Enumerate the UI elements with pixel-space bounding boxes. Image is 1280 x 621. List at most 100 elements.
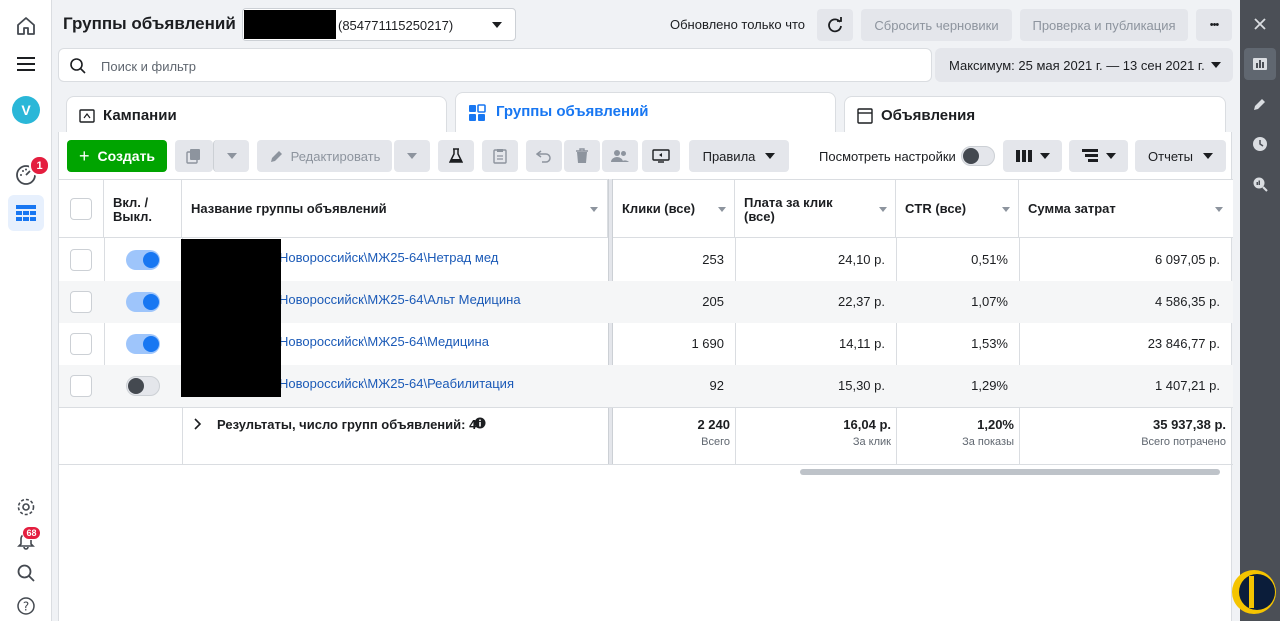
column-toggle[interactable]: Вкл. / Выкл. <box>104 180 182 237</box>
spend-value: 4 586,35 р. <box>1154 294 1220 309</box>
chart-icon[interactable] <box>1244 48 1276 80</box>
ad-sets-grid-icon <box>469 104 486 121</box>
date-range-picker[interactable]: Максимум: 25 мая 2021 г. — 13 сен 2021 г… <box>935 48 1233 82</box>
search-icon <box>70 58 86 74</box>
summary-spend: 35 937,38 р. <box>1153 417 1226 432</box>
account-selector[interactable]: (854771115250217) <box>242 8 516 41</box>
chevron-down-icon <box>1211 62 1221 68</box>
info-icon[interactable] <box>474 417 486 429</box>
chevron-down-icon <box>765 153 776 159</box>
sort-icon <box>590 207 598 212</box>
spend-value: 1 407,21 р. <box>1154 378 1220 393</box>
tab-ads[interactable]: Объявления <box>844 96 1226 134</box>
search-input[interactable]: Поиск и фильтр <box>58 48 932 82</box>
search-icon[interactable] <box>8 555 44 591</box>
edit-button[interactable]: Редактировать <box>257 140 392 172</box>
horizontal-scrollbar[interactable] <box>800 469 1220 475</box>
pencil-icon[interactable] <box>1244 88 1276 120</box>
redacted-block <box>181 239 281 397</box>
refresh-button[interactable] <box>817 9 853 41</box>
ctr-value: 1,53% <box>971 336 1008 351</box>
ad-set-name-link[interactable]: Новороссийск\МЖ25-64\Медицина <box>279 334 489 349</box>
home-icon[interactable] <box>8 8 44 44</box>
duplicate-dropdown[interactable] <box>213 140 249 172</box>
column-cpc-line2: (все) <box>744 209 775 224</box>
toggle-knob <box>143 294 159 310</box>
column-name[interactable]: Название группы объявлений <box>182 180 608 237</box>
create-label: Создать <box>97 148 156 164</box>
ad-set-name-link[interactable]: Новороссийск\МЖ25-64\Альт Медицина <box>279 292 521 307</box>
tab-ad-sets[interactable]: Группы объявлений <box>455 92 836 134</box>
chevron-down-icon <box>1105 153 1116 159</box>
row-checkbox[interactable] <box>70 249 92 271</box>
avatar: V <box>12 96 40 124</box>
toggle-knob <box>143 252 159 268</box>
preview-button[interactable] <box>642 140 680 172</box>
chevron-down-icon <box>226 153 237 159</box>
history-clock-icon[interactable] <box>1244 128 1276 160</box>
summary-clicks: 2 240 <box>697 417 730 432</box>
date-range-label: Максимум: 25 мая 2021 г. — 13 сен 2021 г… <box>949 58 1205 73</box>
column-clicks[interactable]: Клики (все) <box>613 180 735 237</box>
column-spend[interactable]: Сумма затрат <box>1019 180 1233 237</box>
row-on-off-toggle[interactable] <box>126 250 160 270</box>
tab-ad-sets-label: Группы объявлений <box>496 103 649 120</box>
column-ctr[interactable]: CTR (все) <box>896 180 1019 237</box>
account-avatar[interactable]: V <box>8 92 44 128</box>
gear-icon[interactable] <box>8 489 44 525</box>
row-on-off-toggle[interactable] <box>126 292 160 312</box>
assistant-widget-logo[interactable] <box>1226 566 1276 618</box>
results-summary-row: Результаты, число групп объявлений: 4 2 … <box>59 407 1233 465</box>
pencil-icon <box>270 150 282 162</box>
cpc-value: 14,11 р. <box>838 336 885 351</box>
inspect-zoom-icon[interactable] <box>1244 168 1276 200</box>
edit-dropdown[interactable] <box>394 140 430 172</box>
folder-icon <box>79 109 95 123</box>
clicks-value: 253 <box>702 252 724 267</box>
close-icon[interactable] <box>1244 8 1276 40</box>
audience-button[interactable] <box>602 140 638 172</box>
rules-button[interactable]: Правила <box>689 140 789 172</box>
help-icon[interactable]: ? <box>8 588 44 621</box>
create-button[interactable]: + Создать <box>67 140 167 172</box>
clicks-value: 205 <box>702 294 724 309</box>
breakdown-icon <box>1081 149 1098 162</box>
column-cpc[interactable]: Плата за клик (все) <box>735 180 896 237</box>
ad-set-name-link[interactable]: Новороссийск\МЖ25-64\Нетрад мед <box>279 250 498 265</box>
delete-button[interactable] <box>564 140 600 172</box>
row-checkbox[interactable] <box>70 291 92 313</box>
clipboard-button[interactable] <box>482 140 518 172</box>
columns-button[interactable] <box>1003 140 1062 172</box>
flask-icon <box>449 148 463 163</box>
clicks-value: 92 <box>709 378 724 393</box>
row-checkbox[interactable] <box>70 375 92 397</box>
ad-set-name-link[interactable]: Новороссийск\МЖ25-64\Реабилитация <box>279 376 514 391</box>
ab-test-button[interactable] <box>438 140 474 172</box>
reports-button[interactable]: Отчеты <box>1135 140 1226 172</box>
row-on-off-toggle[interactable] <box>126 376 160 396</box>
review-publish-button[interactable]: Проверка и публикация <box>1020 9 1188 41</box>
view-settings-toggle[interactable] <box>961 146 995 166</box>
ad-document-icon <box>857 108 873 124</box>
toggle-knob <box>143 336 159 352</box>
select-all-checkbox[interactable] <box>70 198 92 220</box>
breakdown-button[interactable] <box>1069 140 1128 172</box>
more-options-button[interactable]: ••• <box>1196 9 1232 41</box>
refresh-icon <box>828 17 842 33</box>
undo-button[interactable] <box>526 140 562 172</box>
spend-value: 23 846,77 р. <box>1147 336 1220 351</box>
notifications-badge: 68 <box>22 526 41 540</box>
row-on-off-toggle[interactable] <box>126 334 160 354</box>
row-checkbox[interactable] <box>70 333 92 355</box>
tab-campaigns[interactable]: Кампании <box>66 96 447 134</box>
chevron-right-icon[interactable] <box>193 418 203 430</box>
duplicate-button[interactable] <box>175 140 213 172</box>
menu-icon[interactable] <box>8 46 44 82</box>
column-ctr-label: CTR (все) <box>905 201 967 216</box>
ads-manager-table-icon[interactable] <box>8 195 44 231</box>
left-navigation: V 1 68 ? <box>0 0 52 621</box>
people-icon <box>611 150 629 162</box>
toggle-knob <box>963 148 979 164</box>
discard-drafts-button[interactable]: Сбросить черновики <box>861 9 1012 41</box>
column-name-label: Название группы объявлений <box>191 201 387 216</box>
